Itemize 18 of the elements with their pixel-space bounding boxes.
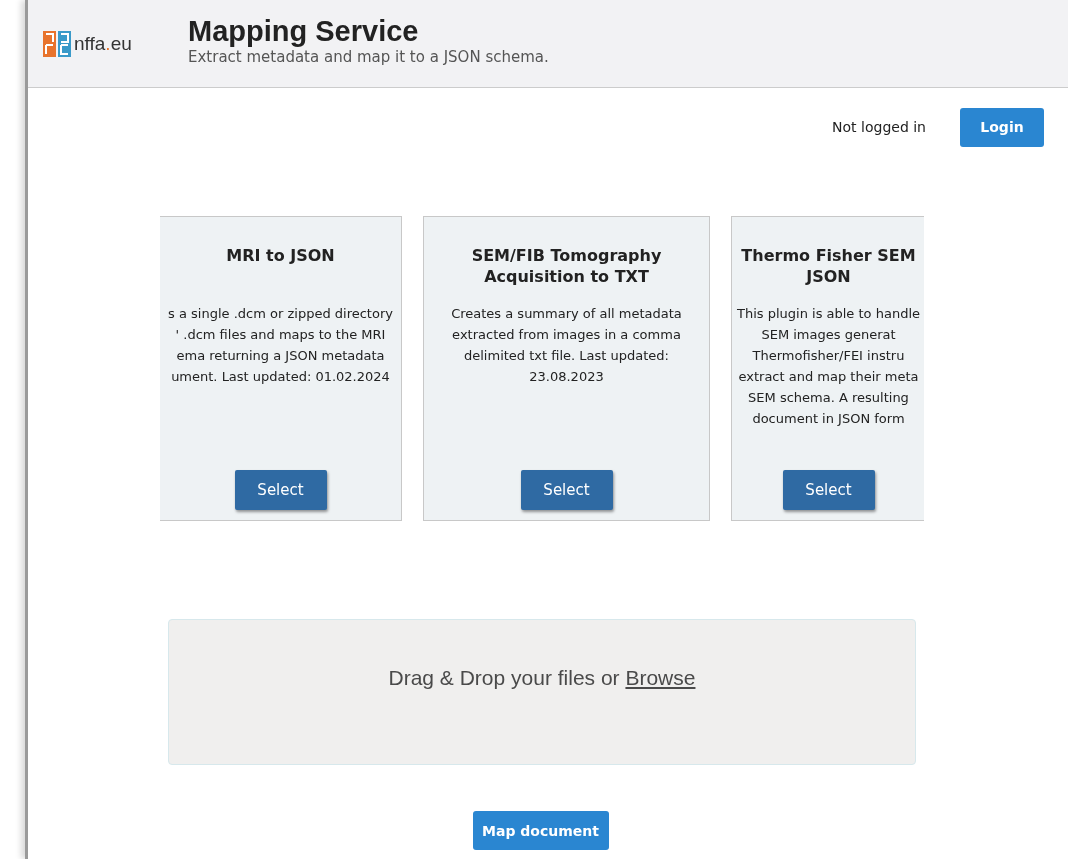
map-document-button[interactable]: Map document — [472, 811, 609, 850]
page-subtitle: Extract metadata and map it to a JSON schema. — [188, 48, 549, 66]
browse-link[interactable]: Browse — [625, 666, 696, 689]
login-button[interactable]: Login — [960, 107, 1044, 147]
dropzone-text: Drag & Drop your files or Browse — [388, 666, 696, 690]
plugin-title: SEM/FIB Tomography Acquisition to TXT — [470, 245, 663, 287]
logo-wordmark: nffa.eu — [74, 32, 132, 55]
select-button[interactable]: Select — [782, 470, 875, 510]
plugin-description: Creates a summary of all metadata extracted from images in a comma delimited txt file. Last updated: 23.08.2023 — [451, 305, 682, 386]
plugin-description: s a single .dcm or zipped directory ' .dcm files and maps to the MRI ema returning a JSON metadata ument. Last updated: 01.02.2024 — [168, 305, 393, 386]
plugin-title: Thermo Fisher SEM JSON — [740, 245, 917, 287]
page-title: Mapping Service — [188, 15, 420, 48]
login-status: Not logged in — [832, 119, 926, 135]
select-button[interactable]: Select — [234, 470, 327, 510]
plugin-description: This plugin is able to handle SEM images generat Thermofisher/FEI instru extract and map their meta SEM schema. A resulting document in JSON form — [737, 305, 920, 428]
logo-icon — [43, 29, 71, 58]
plugin-title: MRI to JSON — [226, 245, 335, 267]
select-button[interactable]: Select — [520, 470, 613, 510]
